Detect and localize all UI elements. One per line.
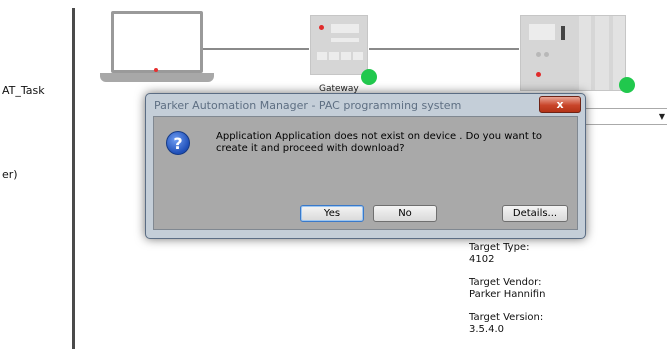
gateway-dropdown[interactable]: ▼ [585, 108, 667, 125]
yes-button[interactable]: Yes [300, 205, 364, 222]
target-vendor: Target Vendor: Parker Hannifin [469, 277, 546, 300]
close-button[interactable]: x [539, 96, 581, 113]
tree-item-task[interactable]: AT_Task [2, 84, 45, 97]
tree-item-partial[interactable]: er) [2, 168, 18, 181]
dialog-body: ? Application Application does not exist… [153, 116, 578, 230]
network-line-right [369, 48, 519, 50]
download-confirm-dialog: Parker Automation Manager - PAC programm… [145, 93, 586, 239]
controller-status-icon [619, 77, 635, 93]
dialog-message: Application Application does not exist o… [216, 131, 543, 154]
target-version: Target Version: 3.5.4.0 [469, 312, 544, 335]
panel-splitter[interactable] [72, 8, 75, 349]
target-type: Target Type: 4102 [469, 242, 530, 265]
network-line-left [203, 48, 309, 50]
device-tree-panel: AT_Task er) [0, 0, 72, 349]
gateway-status-icon [361, 69, 377, 85]
question-icon: ? [166, 131, 190, 155]
details-button[interactable]: Details... [502, 205, 568, 222]
dialog-title: Parker Automation Manager - PAC programm… [154, 99, 462, 112]
dialog-titlebar[interactable]: Parker Automation Manager - PAC programm… [146, 94, 585, 116]
chevron-down-icon[interactable]: ▼ [659, 112, 665, 121]
no-button[interactable]: No [373, 205, 437, 222]
